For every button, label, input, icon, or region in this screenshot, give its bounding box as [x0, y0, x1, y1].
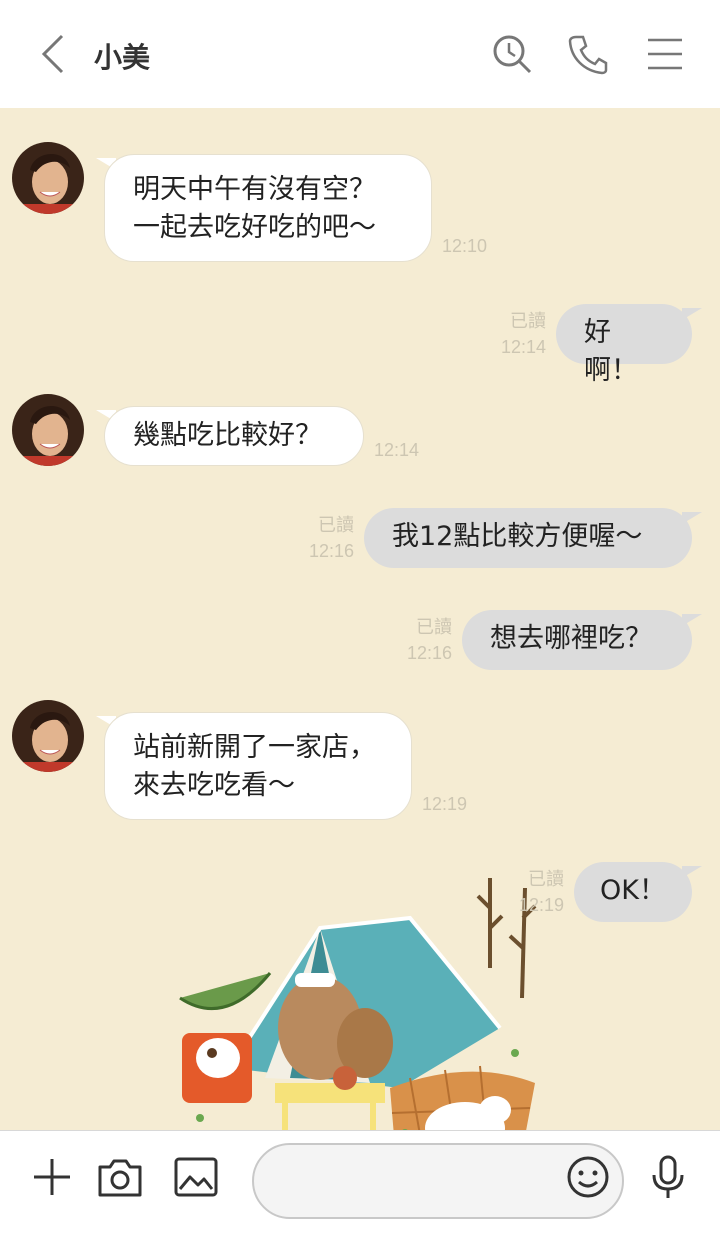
bubble-tail — [682, 308, 702, 320]
microphone-icon[interactable] — [644, 1153, 692, 1201]
message-bubble-incoming[interactable]: 明天中午有沒有空？ 一起去吃好吃的吧～ — [104, 154, 432, 262]
message-bubble-outgoing[interactable]: 我12點比較方便喔～ — [364, 508, 692, 568]
camera-icon[interactable] — [96, 1153, 144, 1201]
message-time: 12:16 — [308, 541, 354, 561]
chevron-left-icon[interactable] — [36, 32, 72, 76]
message-text: 想去哪裡吃？ — [490, 623, 652, 654]
sticker-image[interactable] — [170, 878, 550, 1130]
message-text: OK！ — [600, 875, 666, 906]
message-bubble-outgoing[interactable]: OK！ — [574, 862, 692, 922]
plus-icon[interactable] — [28, 1153, 76, 1201]
avatar[interactable] — [12, 394, 84, 466]
chat-header: 小美 — [0, 0, 720, 108]
message-line: 一起去吃好吃的吧～ — [133, 212, 376, 243]
message-bubble-outgoing[interactable]: 好啊！ — [556, 304, 692, 386]
message-time: 12:19 — [518, 895, 564, 915]
avatar[interactable] — [12, 700, 84, 772]
message-meta: 已讀 12:16 — [290, 512, 354, 564]
bubble-tail — [682, 866, 702, 878]
message-time: 12:19 — [422, 794, 468, 814]
message-bubble-incoming[interactable]: 站前新開了一家店， 來去吃吃看～ — [104, 712, 412, 820]
image-icon[interactable] — [172, 1153, 220, 1201]
read-receipt: 已讀 — [510, 311, 546, 331]
read-receipt: 已讀 — [528, 869, 564, 889]
message-text: 我12點比較方便喔～ — [392, 521, 643, 552]
message-line: 幾點吃比較好？ — [133, 420, 322, 451]
chat-area[interactable]: 明天中午有沒有空？ 一起去吃好吃的吧～ 12:10 已讀 12:14 好啊！ 幾… — [0, 108, 720, 1130]
message-time: 12:10 — [442, 236, 488, 256]
message-meta: 已讀 12:19 — [500, 866, 564, 918]
message-time: 12:16 — [406, 643, 452, 663]
search-icon[interactable] — [490, 32, 534, 76]
read-receipt: 已讀 — [416, 617, 452, 637]
phone-icon[interactable] — [566, 32, 610, 76]
message-line: 站前新開了一家店， — [133, 732, 376, 763]
message-meta: 已讀 12:14 — [480, 308, 546, 360]
read-receipt: 已讀 — [318, 515, 354, 535]
contact-name[interactable]: 小美 — [94, 36, 150, 76]
input-bar — [0, 1130, 720, 1233]
message-bubble-incoming[interactable]: 幾點吃比較好？ — [104, 406, 364, 466]
message-bubble-outgoing[interactable]: 想去哪裡吃？ — [462, 610, 692, 670]
bubble-tail — [682, 614, 702, 626]
message-text: 好啊！ — [584, 317, 638, 386]
message-line: 明天中午有沒有空？ — [133, 174, 376, 205]
message-line: 來去吃吃看～ — [133, 770, 295, 801]
menu-icon[interactable] — [644, 32, 688, 76]
message-time: 12:14 — [500, 337, 546, 357]
message-time: 12:14 — [374, 440, 420, 460]
smiley-icon[interactable] — [564, 1153, 612, 1201]
message-meta: 已讀 12:16 — [388, 614, 452, 666]
avatar[interactable] — [12, 142, 84, 214]
bubble-tail — [682, 512, 702, 524]
